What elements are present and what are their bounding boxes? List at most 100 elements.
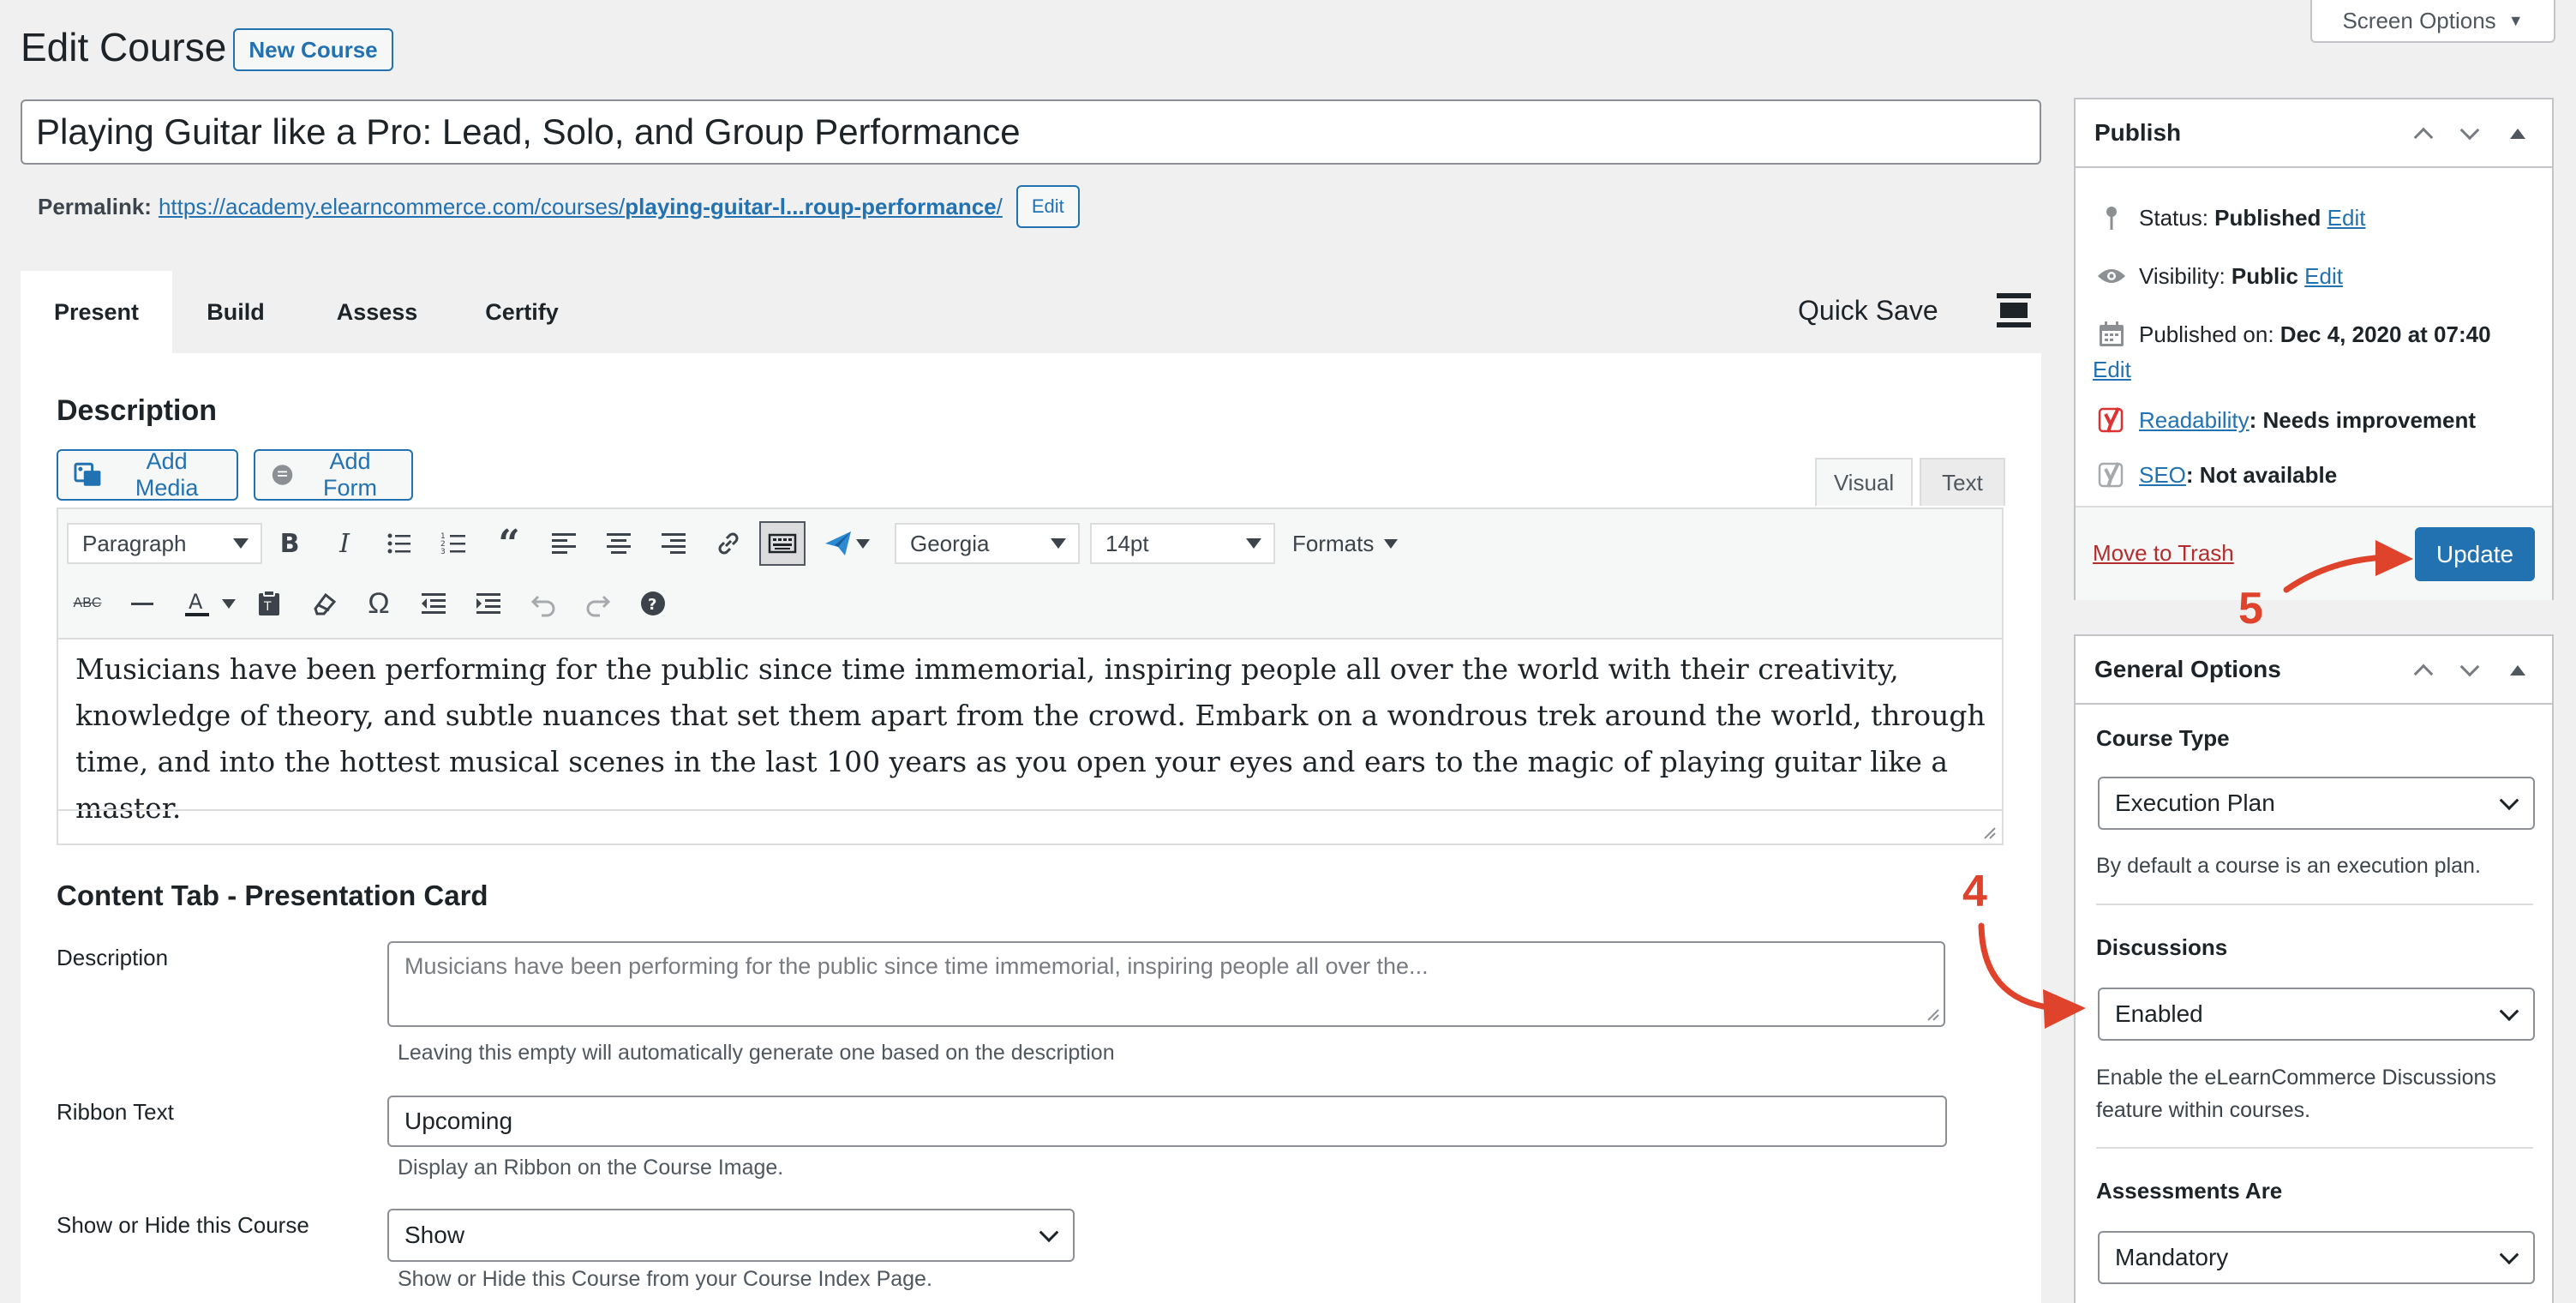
tab-text[interactable]: Text	[1920, 458, 2005, 506]
paste-text-icon[interactable]: T	[249, 583, 290, 624]
formats-menu[interactable]: Formats	[1292, 523, 1421, 564]
redo-icon[interactable]	[578, 583, 619, 624]
status-row: Status: Published Edit	[2096, 202, 2365, 233]
quick-save-button[interactable]: Quick Save	[1798, 295, 1938, 327]
link-icon[interactable]	[708, 523, 749, 564]
resize-handle-icon[interactable]	[1925, 1006, 1940, 1022]
svg-text:3: 3	[440, 548, 446, 556]
readability-row: Readability: Needs improvement	[2096, 405, 2476, 435]
course-type-select[interactable]: Execution Plan	[2098, 777, 2535, 830]
collapse-toggle-icon[interactable]	[2504, 120, 2531, 147]
caret-down-icon[interactable]	[850, 523, 876, 564]
seo-link[interactable]: SEO	[2139, 462, 2186, 488]
published-edit-link[interactable]: Edit	[2093, 357, 2131, 383]
course-type-help: By default a course is an execution plan…	[2096, 854, 2481, 878]
discussions-help-line1: Enable the eLearnCommerce Discussions	[2096, 1066, 2496, 1090]
card-description-textarea[interactable]: Musicians have been performing for the p…	[387, 941, 1945, 1027]
indent-icon[interactable]	[468, 583, 509, 624]
paragraph-format-select[interactable]: Paragraph	[67, 523, 262, 564]
course-title-input[interactable]: Playing Guitar like a Pro: Lead, Solo, a…	[21, 99, 2041, 165]
strikethrough-icon[interactable]: ABC	[67, 583, 108, 624]
general-options-title: General Options	[2094, 656, 2281, 682]
discussions-select[interactable]: Enabled	[2098, 988, 2535, 1041]
visibility-label: Show or Hide this Course	[57, 1212, 309, 1238]
toolbar-toggle-icon[interactable]	[759, 521, 806, 566]
chevron-down-icon	[1039, 1222, 1059, 1243]
form-icon	[272, 465, 293, 485]
help-icon[interactable]: ?	[632, 583, 674, 624]
align-left-icon[interactable]	[543, 523, 584, 564]
permalink-edit-button[interactable]: Edit	[1015, 185, 1080, 228]
numbered-list-icon[interactable]: 123	[434, 523, 475, 564]
update-button[interactable]: Update	[2415, 527, 2535, 581]
yoast-readability-icon	[2096, 405, 2127, 435]
special-character-icon[interactable]: Ω	[358, 583, 399, 624]
seo-value: : Not available	[2185, 461, 2338, 488]
bold-icon[interactable]: B	[269, 523, 310, 564]
media-icon	[74, 462, 101, 486]
chevron-down-icon	[2499, 790, 2519, 811]
tab-assess[interactable]: Assess	[317, 271, 437, 353]
published-label: Published on:	[2139, 321, 2274, 347]
tab-present[interactable]: Present	[21, 271, 172, 353]
assessments-select[interactable]: Mandatory	[2098, 1231, 2535, 1284]
editor-toolbar: Paragraph B I 123 “ Georgia 14pt Formats…	[58, 509, 2002, 639]
visibility-select[interactable]: Show	[387, 1209, 1075, 1262]
align-right-icon[interactable]	[653, 523, 694, 564]
new-course-button[interactable]: New Course	[233, 28, 393, 71]
svg-text:A: A	[189, 590, 203, 614]
visibility-edit-link[interactable]: Edit	[2304, 263, 2343, 289]
move-down-icon[interactable]	[2456, 120, 2483, 147]
svg-text:?: ?	[648, 596, 656, 614]
editor-statusbar	[58, 809, 2002, 844]
discussions-value: Enabled	[2115, 1000, 2203, 1027]
stack-toggle-icon[interactable]	[1995, 291, 2033, 329]
tab-certify[interactable]: Certify	[458, 271, 586, 353]
move-up-icon[interactable]	[2410, 657, 2437, 684]
course-tabs: Present Build Assess Certify	[21, 271, 2041, 353]
undo-icon[interactable]	[523, 583, 564, 624]
blockquote-icon[interactable]: “	[488, 522, 530, 566]
description-editor: Paragraph B I 123 “ Georgia 14pt Formats…	[57, 507, 2004, 845]
tab-visual[interactable]: Visual	[1815, 458, 1913, 506]
clear-formatting-icon[interactable]	[303, 583, 344, 624]
readability-link[interactable]: Readability	[2139, 407, 2250, 433]
divider	[2096, 1147, 2533, 1149]
visibility-row: Visibility: Public Edit	[2096, 261, 2343, 291]
annotation-arrow-4	[1978, 922, 2086, 1029]
move-up-icon[interactable]	[2410, 120, 2437, 147]
screen-options-toggle[interactable]: Screen Options ▼	[2310, 0, 2555, 43]
add-form-button[interactable]: Add Form	[254, 448, 413, 501]
chevron-down-icon	[2499, 1245, 2519, 1265]
move-to-trash-link[interactable]: Move to Trash	[2093, 540, 2234, 567]
font-size-select[interactable]: 14pt	[1090, 523, 1275, 564]
course-type-label: Course Type	[2096, 725, 2230, 751]
ribbon-text-input[interactable]: Upcoming	[387, 1096, 1947, 1147]
resize-handle-icon[interactable]	[1980, 823, 1997, 840]
italic-icon[interactable]: I	[324, 523, 365, 564]
page-title: Edit Course	[21, 25, 227, 69]
align-center-icon[interactable]	[598, 523, 639, 564]
text-color-icon[interactable]: A	[177, 583, 218, 624]
bullet-list-icon[interactable]	[379, 523, 420, 564]
text-color-caret-icon[interactable]	[216, 583, 242, 624]
ribbon-text-label: Ribbon Text	[57, 1099, 174, 1125]
permalink-link[interactable]: https://academy.elearncommerce.com/cours…	[159, 194, 1003, 220]
calendar-icon	[2096, 319, 2127, 350]
permalink-base: https://academy.elearncommerce.com/cours…	[158, 193, 626, 219]
status-edit-link[interactable]: Edit	[2327, 205, 2366, 231]
general-options-box: General Options Course Type Execution Pl…	[2074, 634, 2554, 1303]
publish-box: Publish Status: Published Edit Visibilit…	[2074, 98, 2554, 600]
published-value: Dec 4, 2020 at 07:40	[2279, 321, 2491, 347]
add-media-button[interactable]: Add Media	[57, 448, 238, 501]
discussions-help: Enable the eLearnCommerce Discussions fe…	[2096, 1061, 2496, 1126]
move-down-icon[interactable]	[2456, 657, 2483, 684]
caret-down-icon: ▼	[2507, 11, 2524, 29]
outdent-icon[interactable]	[413, 583, 454, 624]
horizontal-line-icon[interactable]	[122, 583, 163, 624]
font-family-select[interactable]: Georgia	[895, 523, 1080, 564]
course-type-value: Execution Plan	[2115, 790, 2275, 816]
tab-build[interactable]: Build	[180, 271, 291, 353]
collapse-toggle-icon[interactable]	[2504, 657, 2531, 684]
description-content[interactable]: Musicians have been performing for the p…	[75, 646, 1986, 832]
